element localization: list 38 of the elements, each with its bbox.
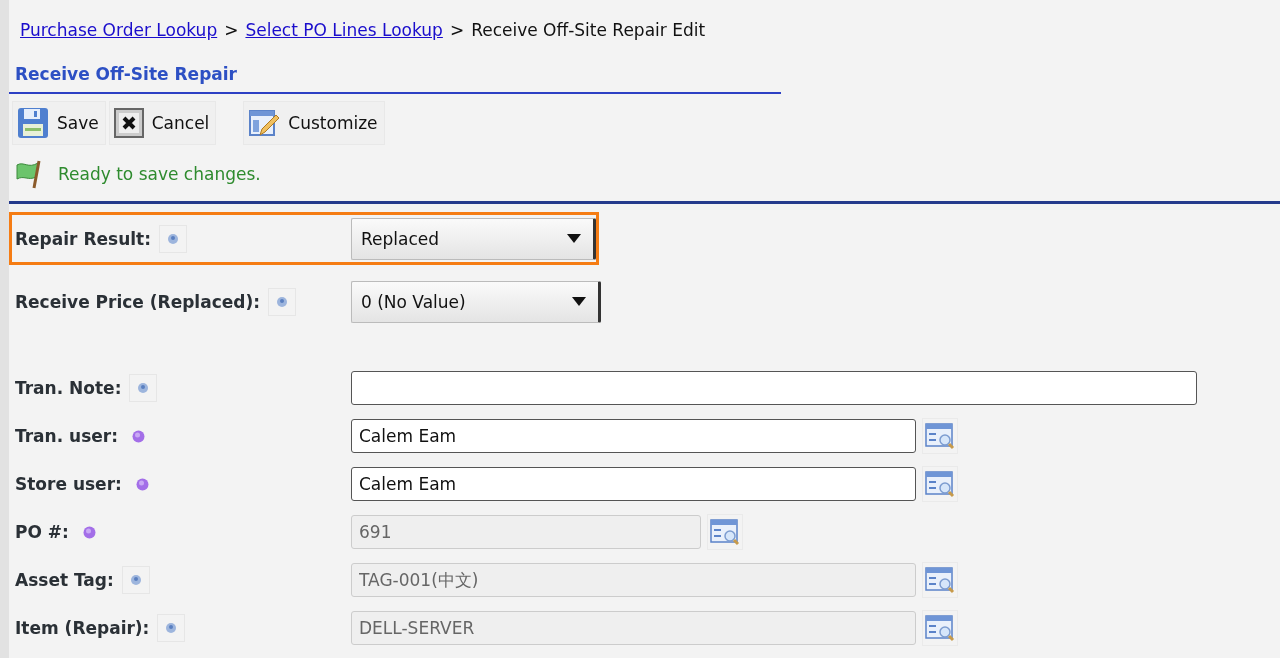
required-dot-icon <box>135 477 149 491</box>
field-label: PO #: <box>15 522 69 542</box>
dropdown[interactable]: Replaced <box>351 217 596 260</box>
page-title: Receive Off-Site Repair <box>15 64 237 84</box>
lookup-button[interactable] <box>922 466 958 502</box>
caret-icon <box>572 297 586 306</box>
text-field[interactable] <box>351 371 1197 405</box>
required-dot-icon <box>82 525 96 539</box>
field-label: Store user: <box>15 474 122 494</box>
lookup-button[interactable] <box>922 418 958 454</box>
form-pencil-icon <box>248 107 281 139</box>
breadcrumb-separator: > <box>224 20 239 40</box>
save-button[interactable]: Save <box>12 101 106 145</box>
lookup-button[interactable] <box>922 562 958 598</box>
field-label: Receive Price (Replaced): <box>15 291 260 312</box>
breadcrumb-link[interactable]: Purchase Order Lookup <box>20 20 218 40</box>
field-label: Tran. Note: <box>15 378 122 398</box>
help-icon[interactable] <box>159 224 187 253</box>
cancel-button[interactable]: Cancel <box>108 101 217 145</box>
breadcrumb-title: Receive Off-Site Repair Edit <box>471 20 706 40</box>
field-label: Repair Result: <box>15 228 151 249</box>
help-icon[interactable] <box>129 374 158 402</box>
caret-icon <box>567 234 581 243</box>
field-label: Tran. user: <box>15 426 118 446</box>
field-label: Item (Repair): <box>15 618 150 638</box>
breadcrumb-link[interactable]: Select PO Lines Lookup <box>245 20 443 40</box>
breadcrumb-separator: > <box>449 20 465 40</box>
close-icon <box>113 108 144 138</box>
required-dot-icon <box>132 429 145 443</box>
lookup-button[interactable] <box>707 514 743 550</box>
help-icon[interactable] <box>268 287 296 316</box>
lookup-button[interactable] <box>922 610 958 646</box>
status-message: Ready to save changes. <box>58 164 261 184</box>
text-field[interactable]: Calem Eam <box>351 467 916 501</box>
field-label: Asset Tag: <box>15 570 114 590</box>
dropdown[interactable]: 0 (No Value) <box>351 280 601 323</box>
text-field[interactable]: Calem Eam <box>351 419 916 453</box>
customize-button[interactable]: Customize <box>243 101 385 145</box>
